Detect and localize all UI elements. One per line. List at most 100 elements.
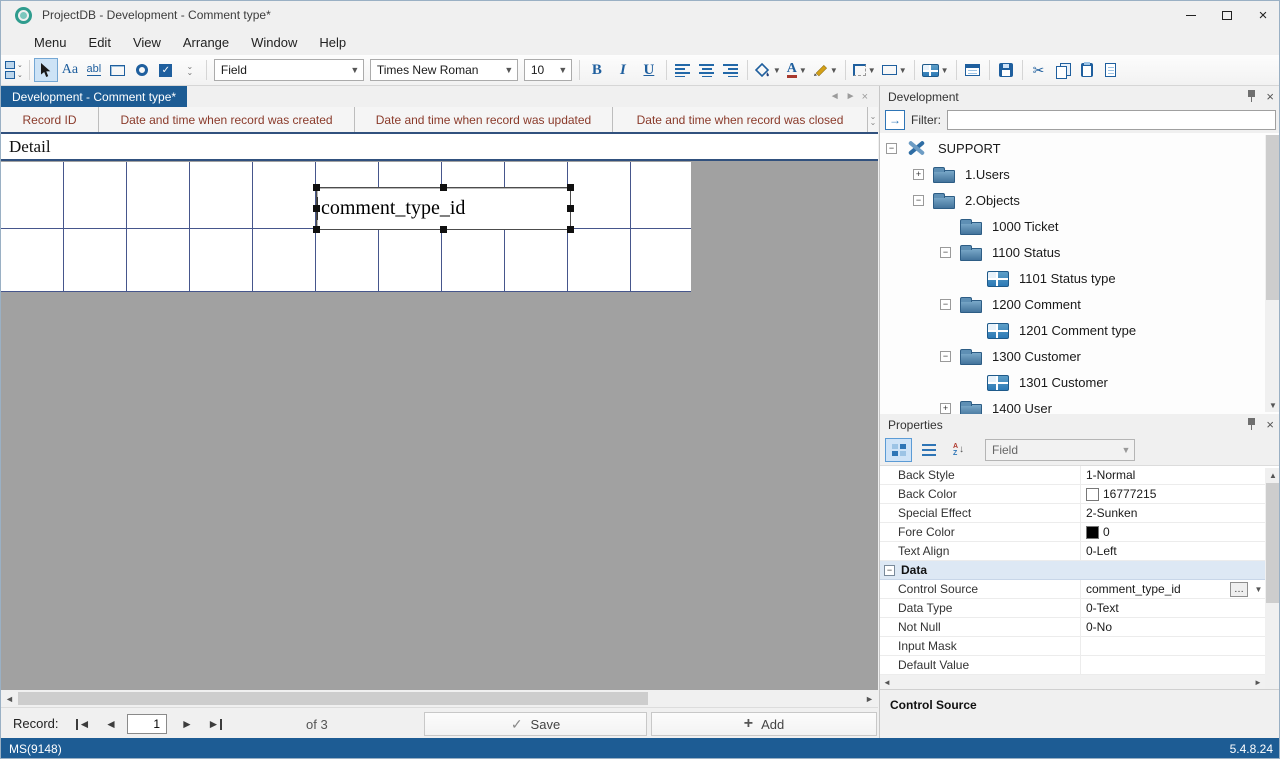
menu-item-window[interactable]: Window [240,31,308,54]
resize-handle-w[interactable] [313,205,320,212]
fill-color-button[interactable]: ▼ [752,58,784,82]
prop-row-fore-color[interactable]: Fore Color0 [880,523,1265,542]
minimize-button[interactable] [1173,1,1209,29]
prop-group-data[interactable]: −Data [880,561,1265,580]
menu-item-menu[interactable]: Menu [23,31,78,54]
sort-az-button[interactable]: AZ↓ [945,438,972,462]
close-icon[interactable]: × [1266,418,1274,431]
resize-handle-ne[interactable] [567,184,574,191]
close-icon[interactable]: × [1266,90,1274,103]
tab-scroll-left-icon[interactable]: ◄ [830,91,840,102]
list-view-button[interactable] [915,438,942,462]
italic-button[interactable]: I [610,58,636,82]
column-header-1[interactable]: Date and time when record was created [99,107,355,132]
prop-row-not-null[interactable]: Not Null0-No [880,618,1265,637]
pin-icon[interactable] [1247,90,1256,103]
prop-row-text-align[interactable]: Text Align0-Left [880,542,1265,561]
scroll-right-icon[interactable]: ► [861,690,878,707]
checkbox-tool-button[interactable]: ✓ [154,58,178,82]
tree-item-1000-ticket[interactable]: −1000 Ticket [880,213,1264,239]
tree-item-1300-customer[interactable]: −1300 Customer [880,343,1264,369]
select-tool-button[interactable] [34,58,58,82]
next-record-button[interactable]: ► [175,713,199,735]
categorized-view-button[interactable] [885,438,912,462]
align-left-button[interactable] [671,58,695,82]
resize-handle-s[interactable] [440,226,447,233]
label-tool-button[interactable]: Aa [58,58,82,82]
selected-control-combo[interactable]: Field▼ [985,439,1135,461]
prop-row-back-style[interactable]: Back Style1-Normal [880,466,1265,485]
collapse-icon[interactable]: − [884,565,895,576]
menu-item-edit[interactable]: Edit [78,31,122,54]
last-record-button[interactable]: ► [203,713,227,735]
menu-item-arrange[interactable]: Arrange [172,31,240,54]
cut-button[interactable]: ✂ [1027,58,1051,82]
prop-row-default-value[interactable]: Default Value [880,656,1265,675]
add-record-button[interactable]: +Add [651,712,877,736]
underline-button[interactable]: U [636,58,662,82]
tree-item-1101-status-type[interactable]: −1101 Status type [880,265,1264,291]
column-header-0[interactable]: Record ID [1,107,99,132]
tree-item-support[interactable]: −SUPPORT [880,135,1264,161]
prop-value[interactable]: 2-Sunken [1080,504,1265,522]
prop-row-input-mask[interactable]: Input Mask [880,637,1265,656]
save-button[interactable] [994,58,1018,82]
font-color-button[interactable]: A▼ [784,58,810,82]
menu-item-help[interactable]: Help [308,31,357,54]
scroll-down-icon[interactable]: ▼ [1265,398,1280,412]
textbox-tool-button[interactable]: abl [82,58,106,82]
tab-close-icon[interactable]: × [862,91,868,103]
prop-value[interactable] [1080,637,1265,655]
collapse-icon[interactable]: − [940,247,951,258]
window-list-button[interactable] [961,58,985,82]
prop-row-control-source[interactable]: Control Sourcecomment_type_id…▼ [880,580,1265,599]
collapse-icon[interactable]: − [940,299,951,310]
previous-record-button[interactable]: ◄ [99,713,123,735]
scroll-right-icon[interactable]: ► [1251,678,1265,687]
view-switcher[interactable]: ⌄ ⌄ [5,61,23,79]
form-select-button[interactable]: ▼ [919,58,952,82]
canvas-horizontal-scrollbar[interactable]: ◄ ► [1,690,878,707]
collapse-icon[interactable]: − [886,143,897,154]
scroll-left-icon[interactable]: ◄ [1,690,18,707]
scrollbar-thumb[interactable] [18,692,648,705]
align-center-button[interactable] [695,58,719,82]
detail-section-header[interactable]: Detail [1,132,878,161]
filter-input[interactable] [947,110,1276,130]
font-family-combo[interactable]: Times New Roman▼ [370,59,518,81]
paste-button[interactable] [1075,58,1099,82]
column-header-3[interactable]: Date and time when record was closed [613,107,868,132]
design-canvas[interactable]: comment_type_id [1,161,878,690]
toolbar-overflow-button[interactable]: ⌄⌄ [178,58,202,82]
resize-handle-sw[interactable] [313,226,320,233]
column-overflow-icon[interactable]: ⌄⌄ [868,107,878,132]
prop-value[interactable]: 0 [1080,523,1265,541]
tree-item-1-users[interactable]: +1.Users [880,161,1264,187]
collapse-icon[interactable]: − [913,195,924,206]
font-size-combo[interactable]: 10▼ [524,59,572,81]
object-combo[interactable]: Field▼ [214,59,364,81]
tree-item-2-objects[interactable]: −2.Objects [880,187,1264,213]
prop-value[interactable]: 0-Left [1080,542,1265,560]
prop-value[interactable]: 0-Text [1080,599,1265,617]
pin-icon[interactable] [1247,418,1256,431]
prop-value[interactable] [1080,656,1265,674]
ellipsis-button[interactable]: … [1230,582,1248,597]
column-header-2[interactable]: Date and time when record was updated [355,107,613,132]
paste-special-button[interactable] [1099,58,1123,82]
resize-handle-n[interactable] [440,184,447,191]
dropdown-button[interactable]: ▼ [1252,585,1265,594]
prop-row-special-effect[interactable]: Special Effect2-Sunken [880,504,1265,523]
collapse-icon[interactable]: − [940,351,951,362]
design-grid[interactable]: comment_type_id [1,162,691,292]
prop-row-data-type[interactable]: Data Type0-Text [880,599,1265,618]
line-style-button[interactable]: ▼ [879,58,910,82]
prop-value[interactable]: 1-Normal [1080,466,1265,484]
tab-development-comment-type[interactable]: Development - Comment type* [1,86,187,107]
close-button[interactable]: × [1245,1,1280,29]
copy-button[interactable] [1051,58,1075,82]
tab-scroll-right-icon[interactable]: ► [846,91,856,102]
save-record-button[interactable]: ✓Save [424,712,647,736]
record-number-input[interactable] [127,714,167,734]
expand-icon[interactable]: + [940,403,951,414]
